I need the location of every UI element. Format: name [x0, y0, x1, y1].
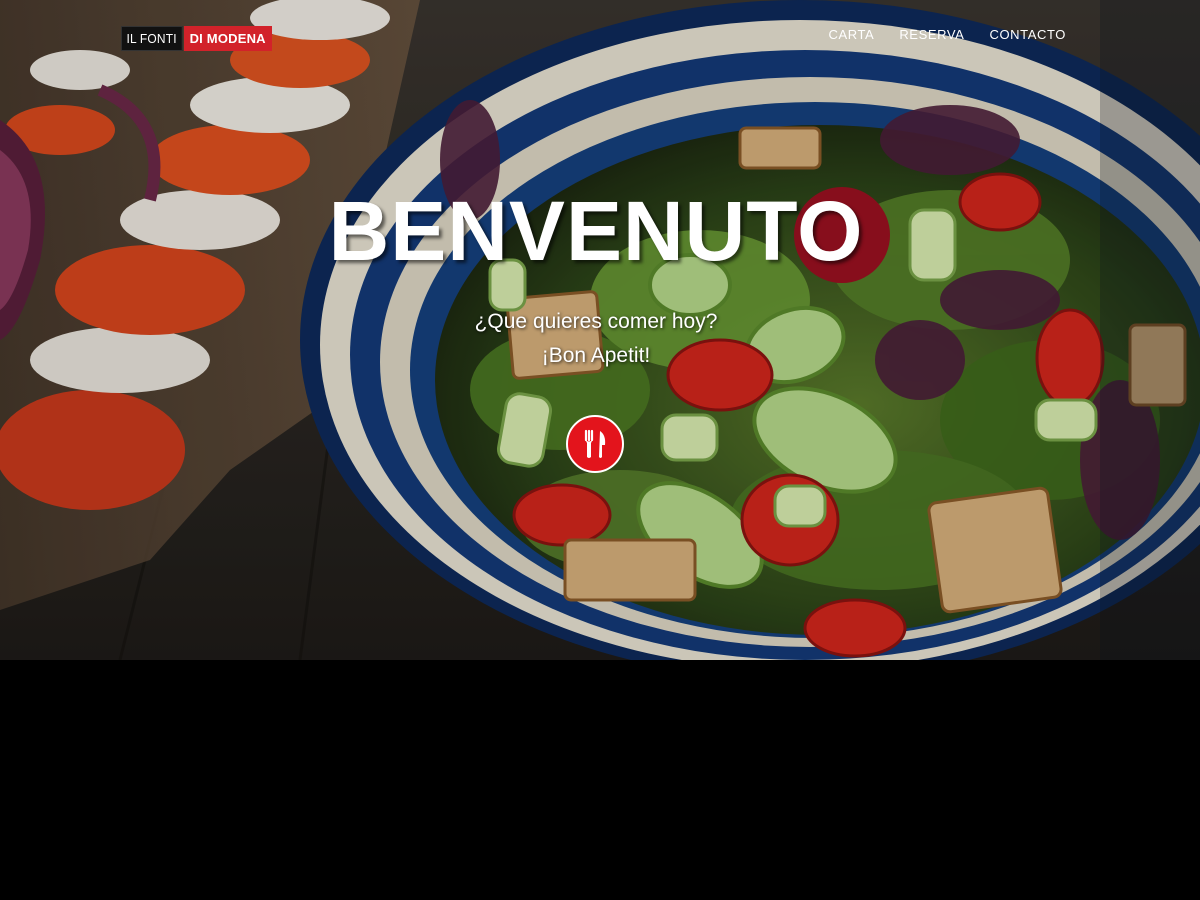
- site-logo[interactable]: IL FONTI DI MODENA: [121, 26, 272, 51]
- hero-subtitle-question: ¿Que quieres comer hoy?: [474, 310, 718, 333]
- nav-link-reserva[interactable]: RESERVA: [899, 27, 964, 42]
- page-below-hero: [0, 660, 1200, 900]
- hero-title: BENVENUTO: [328, 184, 864, 278]
- nav-link-contacto[interactable]: CONTACTO: [989, 27, 1066, 42]
- main-nav: CARTA RESERVA CONTACTO: [828, 27, 1066, 42]
- fork-knife-icon: [584, 429, 606, 458]
- hero-section: IL FONTI DI MODENA CARTA RESERVA CONTACT…: [0, 0, 1200, 660]
- logo-text-il-fonti: IL FONTI: [121, 26, 183, 51]
- menu-cta-button[interactable]: [566, 415, 624, 473]
- logo-text-di-modena: DI MODENA: [183, 26, 272, 51]
- nav-link-carta[interactable]: CARTA: [828, 27, 874, 42]
- hero-subtitle-bon-apetit: ¡Bon Apetit!: [541, 344, 651, 367]
